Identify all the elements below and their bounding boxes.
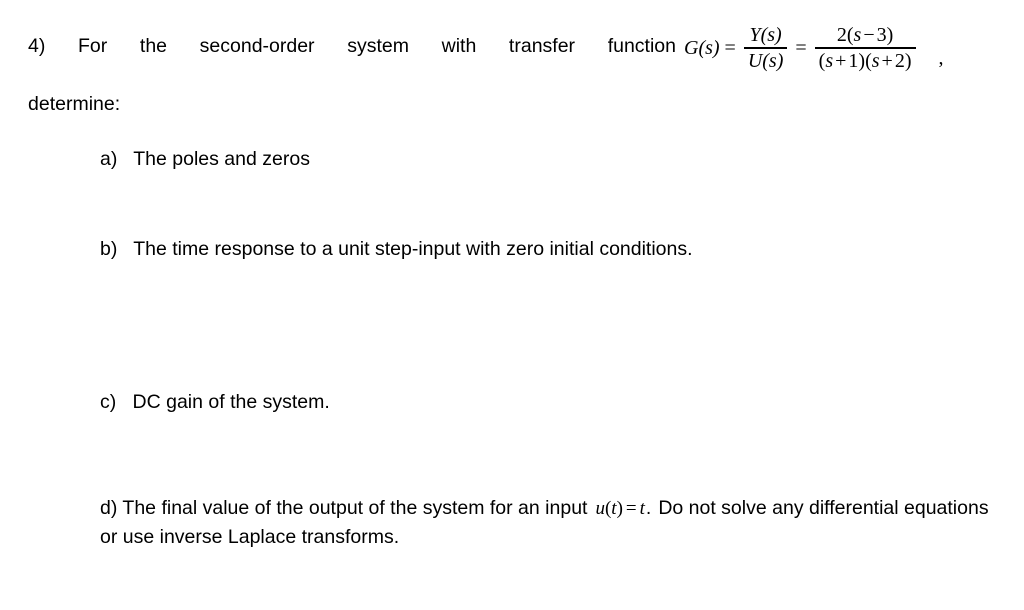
list-item-b: b) The time response to a unit step-inpu… — [100, 236, 693, 263]
numerator-constant: 3 — [876, 24, 887, 46]
denominator-factor1-operator: + — [835, 49, 847, 72]
equation-lhs: G(s) — [684, 36, 720, 59]
list-item-c-text: DC gain of the system. — [132, 391, 330, 413]
denominator-factor2-operator: + — [881, 49, 893, 72]
equation-trailing-comma: , — [938, 47, 944, 70]
list-item-d: d) The final value of the output of the … — [100, 494, 990, 551]
fraction-y-over-u: Y(s) U(s) — [743, 24, 788, 72]
list-item-a: a) The poles and zeros — [100, 146, 310, 173]
list-item-c-marker: c) — [100, 391, 117, 413]
equals-sign-2: = — [795, 36, 807, 59]
inline-math-value: t — [639, 498, 645, 519]
fraction-transfer-expression: 2(s −3) (s +1)(s +2) — [814, 24, 916, 72]
fraction-bar-1 — [743, 47, 788, 49]
inline-math-close-paren: ) — [616, 498, 623, 519]
document-page: 4) For the second-order system with tran… — [0, 0, 1024, 610]
numerator-operator: − — [863, 24, 875, 46]
problem-number: 4) — [28, 34, 46, 57]
list-item-b-text: The time response to a unit step-input w… — [133, 238, 693, 260]
numerator-close-paren: ) — [886, 24, 894, 46]
fraction-denominator-us: U(s) — [747, 49, 784, 72]
problem-statement-text: 4) For the second-order system with tran… — [28, 33, 676, 59]
list-item-b-marker: b) — [100, 238, 118, 260]
denominator-factor1-variable: s — [825, 49, 834, 72]
inline-math-input-definition: u(t) = t — [594, 498, 645, 519]
fraction-numerator-ys: Y(s) — [749, 24, 782, 46]
list-item-a-marker: a) — [100, 148, 118, 170]
numerator-open-paren: ( — [846, 24, 854, 46]
list-item-d-period: . — [645, 497, 652, 519]
denominator-factor2-close: ) — [904, 49, 912, 72]
fraction-numerator-expression: 2(s −3) — [833, 24, 897, 46]
inline-math-variable: u — [595, 498, 605, 519]
fraction-bar-2 — [814, 47, 916, 49]
problem-intro-text: For the second-order system with transfe… — [78, 34, 676, 57]
list-item-d-marker: d) — [100, 497, 118, 519]
fraction-denominator-expression: (s +1)(s +2) — [815, 50, 916, 72]
numerator-coefficient: 2 — [836, 24, 847, 46]
denominator-factor2-open: ( — [865, 49, 872, 72]
inline-math-equals: = — [625, 498, 637, 519]
denominator-factor2-constant: 2 — [894, 49, 905, 72]
denominator-factor1-constant: 1 — [848, 49, 859, 72]
determine-label: determine: — [28, 93, 121, 115]
transfer-function-equation: G(s) = Y(s) U(s) = 2(s −3) (s +1)(s +2) , — [684, 24, 944, 72]
list-item-a-text: The poles and zeros — [133, 148, 310, 170]
equals-sign-1: = — [724, 36, 736, 59]
list-item-d-text-before-math: The final value of the output of the sys… — [122, 497, 588, 519]
denominator-factor2-variable: s — [871, 49, 880, 72]
list-item-c: c) DC gain of the system. — [100, 389, 330, 416]
